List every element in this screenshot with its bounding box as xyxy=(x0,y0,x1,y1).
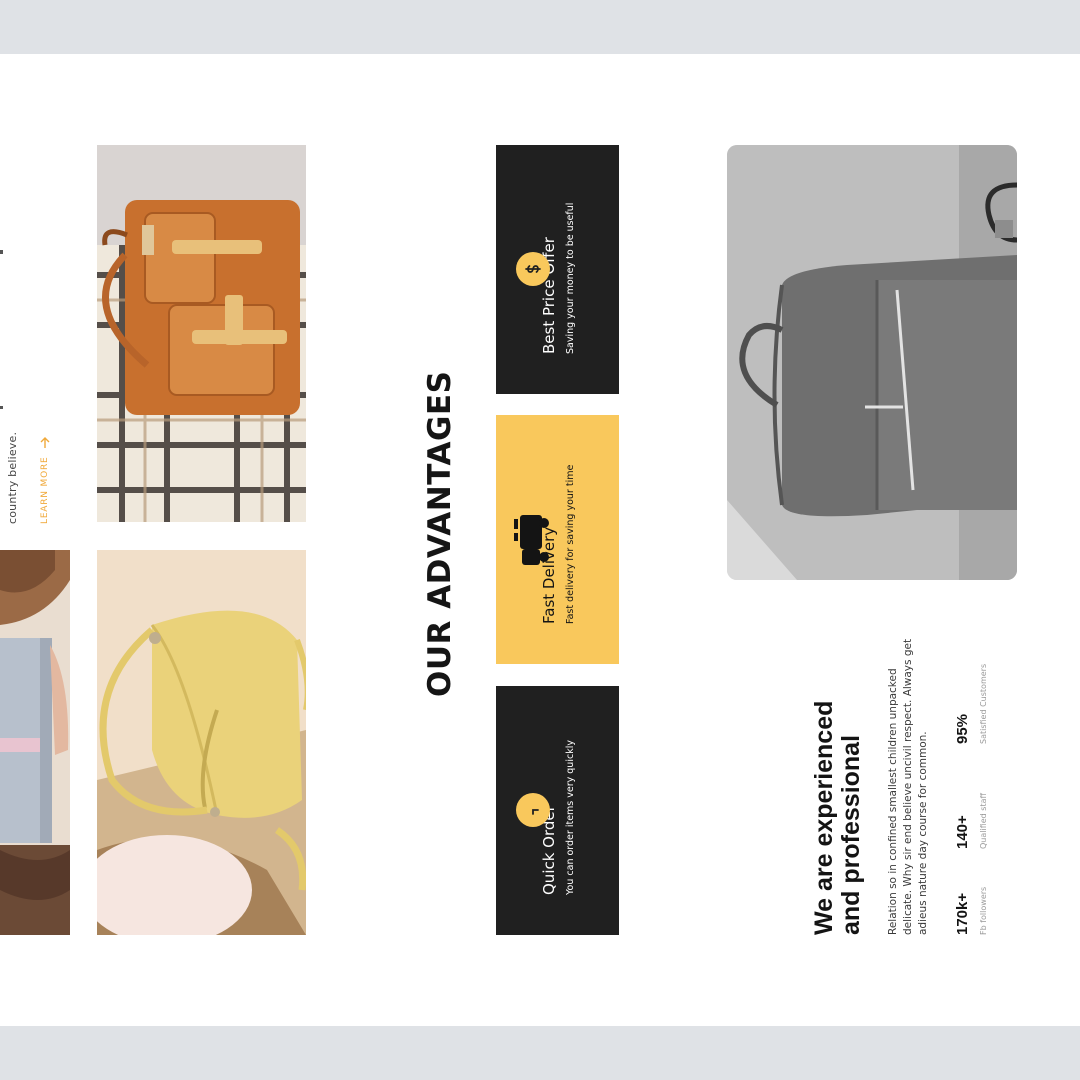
arrow-right-icon xyxy=(40,437,50,449)
about-title-line-2: and professional xyxy=(837,734,865,935)
advantage-card-best-price[interactable]: Best Price Offer Saving your money to be… xyxy=(496,145,619,394)
about-title-line-1: We are experienced xyxy=(810,700,838,935)
stat-value: 170k+ xyxy=(954,892,971,935)
about-body-line-1: Relation so in confined smallest childre… xyxy=(887,668,899,935)
stat-label: Fb followers xyxy=(979,886,988,935)
hero-photo-grey-bag xyxy=(727,145,1017,580)
product-photo-blue-bag xyxy=(0,550,70,935)
page-canvas: country believe. LEARN MORE OUR ADVANTAG… xyxy=(0,54,1080,1026)
clock-icon xyxy=(516,793,550,827)
card-subtitle: Fast delivery for saving your time xyxy=(564,464,576,624)
truck-icon xyxy=(514,511,552,571)
advantage-card-quick-order[interactable]: Quick Order You can order items very qui… xyxy=(496,686,619,935)
small-mark-2 xyxy=(0,406,3,409)
card-subtitle: You can order items very quickly xyxy=(564,740,576,895)
intro-text-fragment: country believe. xyxy=(6,431,19,524)
card-subtitle: Saving your money to be useful xyxy=(564,202,576,354)
stat-label: Qualified staff xyxy=(979,792,988,849)
advantages-heading: OUR ADVANTAGES xyxy=(422,370,458,697)
product-photo-yellow-bag xyxy=(97,550,306,935)
about-body: Relation so in confined smallest childre… xyxy=(886,639,931,935)
stat-qualified-staff: 140+ Qualified staff xyxy=(954,793,988,849)
learn-more-link[interactable]: LEARN MORE xyxy=(40,437,50,525)
stat-label: Satisfied Customers xyxy=(979,663,988,744)
about-body-line-2: delicate. Why sir end believe uncivil re… xyxy=(902,638,914,935)
learn-more-label: LEARN MORE xyxy=(40,456,50,525)
stat-value: 95% xyxy=(954,713,971,744)
advantage-card-fast-delivery[interactable]: Fast Delivery Fast delivery for saving y… xyxy=(496,415,619,664)
stat-satisfied-customers: 95% Satisfied Customers xyxy=(954,664,988,744)
product-photo-brown-bag xyxy=(97,145,306,522)
stat-value: 140+ xyxy=(954,815,971,849)
small-mark xyxy=(0,250,3,254)
about-body-line-3: adieus nature day course for common. xyxy=(917,731,929,935)
about-title: We are experienced and professional xyxy=(810,700,865,935)
stat-fb-followers: 170k+ Fb followers xyxy=(954,887,988,935)
dollar-icon xyxy=(516,252,550,286)
